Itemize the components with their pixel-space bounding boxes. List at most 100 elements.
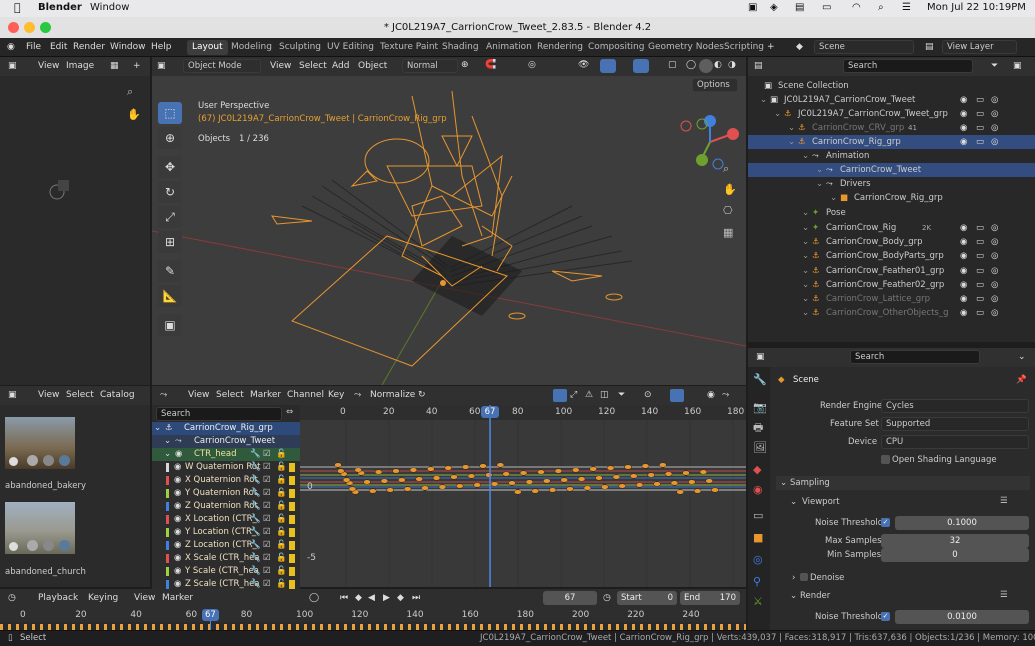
falloff-icon[interactable]: ⤳ xyxy=(722,390,729,400)
chevron-down-icon[interactable]: ⌄ xyxy=(790,497,797,507)
monitor-icon[interactable]: ▭ xyxy=(976,278,984,292)
channel-row[interactable]: ◉ Y Quaternion Rot 🔧 ☑ 🔓 xyxy=(152,487,300,500)
outliner-row[interactable]: ⌄ ✦ Pose xyxy=(748,206,1035,220)
channel-row[interactable]: ⌄ ⚓ CarrionCrow_Rig_grp xyxy=(152,422,300,435)
outliner-row[interactable]: ⌄ ⚓ CarrionCrow_Feather01_grp ◉ ▭ ◎ xyxy=(748,264,1035,278)
modifier-icon[interactable]: 🔧 xyxy=(250,552,261,565)
tool-tab-icon[interactable]: 🔧 xyxy=(753,374,767,386)
monitor-icon[interactable]: ▭ xyxy=(976,292,984,306)
object-tab-icon[interactable]: ■ xyxy=(753,532,763,544)
editor-type-icon[interactable]: ▣ xyxy=(8,390,17,400)
playhead-frame-badge[interactable]: 67 xyxy=(481,406,500,418)
timeline-marker-menu[interactable]: Marker xyxy=(162,593,193,603)
outliner-row[interactable]: ⌄ ■ CarrionCrow_Rig_grp xyxy=(748,191,1035,205)
editor-type-icon[interactable]: ▣ xyxy=(756,352,765,362)
tab-rendering[interactable]: Rendering xyxy=(532,40,588,55)
start-frame-field[interactable]: Start 0 xyxy=(617,591,677,605)
gizmo-toggle-icon[interactable] xyxy=(600,59,616,73)
current-frame-field[interactable]: 67 xyxy=(543,591,597,605)
chevron-down-icon[interactable]: ⌄ xyxy=(802,149,809,163)
wifi-icon[interactable]: ◠ xyxy=(852,2,861,13)
playback-menu[interactable]: Playback xyxy=(38,593,78,603)
chevron-down-icon[interactable]: ⌄ xyxy=(802,235,809,249)
scene-selector[interactable]: Scene xyxy=(814,40,914,54)
jump-start-icon[interactable]: ⏮ xyxy=(340,593,348,603)
chevron-down-icon[interactable]: ⌄ xyxy=(802,249,809,263)
filter-icon[interactable]: ⏷ xyxy=(618,390,625,400)
chevron-down-icon[interactable]: ⌄ xyxy=(788,135,795,149)
tab-sculpting[interactable]: Sculpting xyxy=(274,40,326,55)
tab-modeling[interactable]: Modeling xyxy=(226,40,277,55)
chevron-down-icon[interactable]: ⌄ xyxy=(1018,352,1026,362)
eye-icon[interactable]: ◉ xyxy=(174,539,181,552)
apple-icon[interactable]:  xyxy=(14,1,21,14)
eye-icon[interactable]: ◉ xyxy=(174,500,181,513)
battery-icon[interactable]: ▭ xyxy=(822,2,831,13)
chevron-down-icon[interactable]: ⌄ xyxy=(780,478,787,488)
checkbox-icon[interactable]: ☑ xyxy=(263,526,271,539)
chevron-right-icon[interactable]: › xyxy=(792,573,795,583)
play-icon[interactable]: ▶ xyxy=(383,593,390,603)
zoom-icon[interactable]: ⌕ xyxy=(127,86,133,98)
editor-type-icon[interactable]: ▣ xyxy=(157,61,166,71)
zoom-icon[interactable]: ⌕ xyxy=(723,163,729,175)
monitor-icon[interactable]: ▭ xyxy=(976,264,984,278)
chevron-down-icon[interactable]: ⌄ xyxy=(154,422,161,435)
proportional-icon[interactable]: ◎ xyxy=(528,60,536,70)
viewport-view-menu[interactable]: View xyxy=(270,61,291,71)
camera-icon[interactable]: ◎ xyxy=(991,121,998,135)
eye-icon[interactable]: ◉ xyxy=(174,513,181,526)
monitor-icon[interactable]: ▭ xyxy=(976,306,984,320)
output-tab-icon[interactable]: 🖶 xyxy=(753,422,763,434)
add-cube-tool[interactable]: ▣ xyxy=(158,314,182,336)
menu-render[interactable]: Render xyxy=(73,42,105,52)
outliner-row[interactable]: ⌄ ⚓ CarrionCrow_Feather02_grp ◉ ▭ ◎ xyxy=(748,278,1035,292)
channel-row[interactable]: ◉ X Quaternion Rot 🔧 ☑ 🔓 xyxy=(152,474,300,487)
eye-icon[interactable]: ◉ xyxy=(960,221,967,235)
graph-key-menu[interactable]: Key xyxy=(328,390,344,400)
tab-animation[interactable]: Animation xyxy=(481,40,537,55)
tab-shading[interactable]: Shading xyxy=(437,40,484,55)
modifier-icon[interactable]: 🔧 xyxy=(250,513,261,526)
menu-edit[interactable]: Edit xyxy=(50,42,67,52)
scene-icon[interactable]: ◆ xyxy=(796,42,803,52)
render-engine-select[interactable]: Cycles xyxy=(881,399,1029,413)
camera-icon[interactable]: ◎ xyxy=(991,135,998,149)
scene-tab-icon[interactable]: ◆ xyxy=(753,464,761,476)
lock-icon[interactable]: 🔓 xyxy=(276,552,287,565)
cursor-tool[interactable]: ⊕ xyxy=(158,127,182,149)
clock-icon[interactable]: ◷ xyxy=(603,593,611,603)
camera-icon[interactable]: ◎ xyxy=(991,278,998,292)
only-selected-icon[interactable] xyxy=(553,389,567,402)
eye-icon[interactable]: ◉ xyxy=(960,249,967,263)
normalize-icon[interactable]: ⤳ xyxy=(354,390,361,400)
eye-icon[interactable]: ◉ xyxy=(960,292,967,306)
device-select[interactable]: CPU xyxy=(881,435,1029,449)
chevron-down-icon[interactable]: ⌄ xyxy=(802,292,809,306)
asset-thumbnail[interactable] xyxy=(5,417,75,469)
pivot-icon[interactable]: ⊙ xyxy=(644,390,652,400)
eye-icon[interactable]: ◉ xyxy=(960,121,967,135)
viewport-select-menu[interactable]: Select xyxy=(299,61,327,71)
3d-viewport[interactable]: User Perspective (67) JC0L219A7_CarrionC… xyxy=(152,76,746,385)
lock-icon[interactable]: 🔓 xyxy=(276,474,287,487)
camera-icon[interactable]: ◎ xyxy=(991,249,998,263)
pivot-icon[interactable]: ⊕ xyxy=(461,60,469,70)
outliner-row[interactable]: ⌄ ⚓ CarrionCrow_Lattice_grp ◉ ▭ ◎ xyxy=(748,292,1035,306)
monitor-icon[interactable]: ▭ xyxy=(976,135,984,149)
chevron-down-icon[interactable]: ⌄ xyxy=(802,206,809,220)
eye-icon[interactable]: ◉ xyxy=(960,93,967,107)
keying-menu[interactable]: Keying xyxy=(88,593,118,603)
chevron-down-icon[interactable]: ⌄ xyxy=(774,107,781,121)
outliner-row[interactable]: ⌄ ⚓ CarrionCrow_Rig_grp ◉ ▭ ◎ xyxy=(748,135,1035,149)
snap-icon[interactable]: 🧲 xyxy=(485,60,496,70)
tab-layout[interactable]: Layout xyxy=(187,40,228,55)
mode-selector[interactable]: Object Mode xyxy=(183,59,261,73)
snap-icon[interactable] xyxy=(670,389,684,402)
list-icon[interactable]: ☰ xyxy=(1000,496,1008,506)
tab-geometry-nodes[interactable]: Geometry Nodes xyxy=(643,40,729,55)
r-noise-checkbox[interactable]: ✓ xyxy=(881,612,890,621)
monitor-icon[interactable]: ▭ xyxy=(976,235,984,249)
camera-icon[interactable]: ◎ xyxy=(991,306,998,320)
camera-icon[interactable]: ◎ xyxy=(991,264,998,278)
